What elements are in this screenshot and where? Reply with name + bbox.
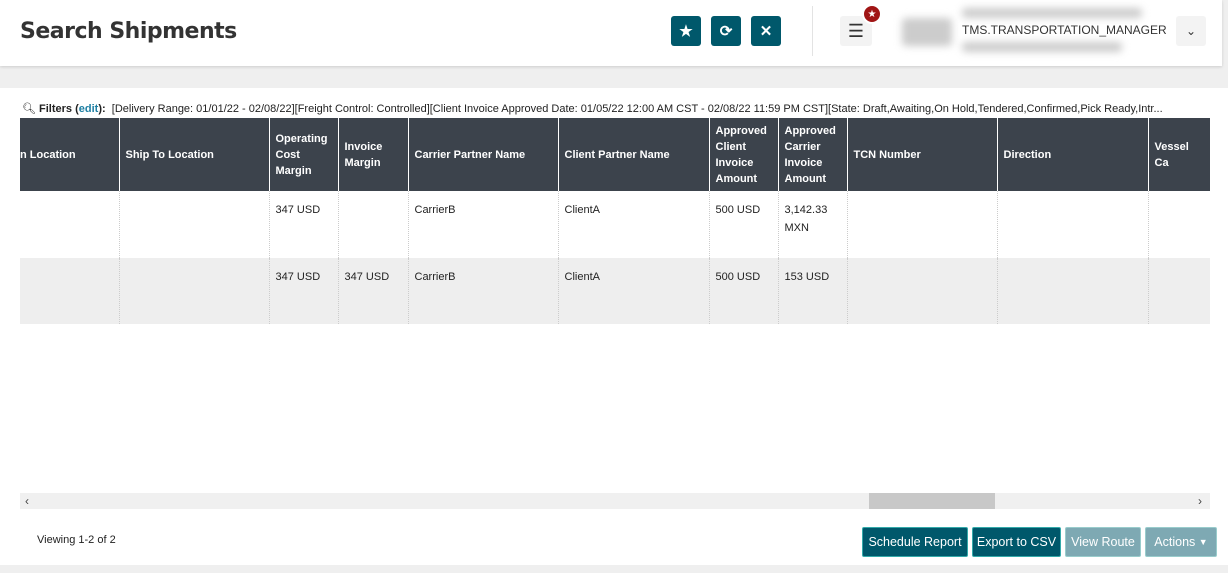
scroll-right-icon[interactable]: ›	[1198, 493, 1202, 509]
filters-label: Filters	[39, 103, 73, 115]
favorite-button[interactable]: ★	[671, 16, 701, 46]
export-csv-button[interactable]: Export to CSV	[972, 527, 1061, 557]
actions-button[interactable]: Actions ▼	[1145, 527, 1217, 557]
table-cell	[118, 258, 269, 324]
table-cell	[846, 191, 997, 258]
close-icon: ✕	[759, 23, 773, 40]
table-cell: 153 USD	[777, 258, 847, 324]
table-cell	[1147, 191, 1210, 258]
star-icon: ★	[679, 23, 693, 40]
column-header[interactable]: Operating Cost Margin	[268, 118, 338, 191]
schedule-report-button[interactable]: Schedule Report	[862, 527, 968, 557]
table-cell: 347 USD	[337, 258, 408, 324]
table-cell	[996, 191, 1148, 258]
column-header[interactable]: TCN Number	[846, 118, 997, 191]
refresh-icon: ⟳	[719, 23, 733, 40]
table-cell: CarrierB	[407, 258, 558, 324]
scrollbar-thumb[interactable]	[869, 493, 995, 509]
table-cell	[20, 258, 119, 324]
table-cell	[118, 191, 269, 258]
user-email	[962, 42, 1122, 52]
chevron-down-icon: ⌄	[1185, 24, 1197, 38]
search-icon: 🔍︎	[22, 103, 36, 115]
viewing-count: Viewing 1-2 of 2	[37, 534, 116, 546]
close-button[interactable]: ✕	[751, 16, 781, 46]
table-cell: 3,142.33 MXN	[777, 191, 847, 258]
hamburger-icon: ☰	[847, 20, 865, 41]
table-cell: CarrierB	[407, 191, 558, 258]
notification-badge-icon: ★	[862, 4, 882, 24]
divider	[812, 6, 813, 56]
column-header[interactable]: Carrier Partner Name	[407, 118, 558, 191]
table-row[interactable]: 347 USD 347 USD CarrierB ClientA 500 USD 153 …	[20, 258, 1210, 324]
refresh-button[interactable]: ⟳	[711, 16, 741, 46]
caret-down-icon: ▼	[1198, 537, 1208, 547]
avatar	[902, 18, 952, 46]
user-role: TMS.TRANSPORTATION_MANAGER	[962, 23, 1167, 37]
filters-text: [Delivery Range: 01/01/22 - 02/08/22][Fr…	[111, 103, 1163, 115]
user-name	[962, 8, 1142, 18]
table-cell: ClientA	[557, 191, 709, 258]
table-row[interactable]: 347 USD CarrierB ClientA 500 USD 3,142.33 MX…	[20, 191, 1210, 258]
table-cell: 500 USD	[708, 191, 778, 258]
column-header[interactable]: n Location	[20, 118, 119, 191]
table-cell: 500 USD	[708, 258, 778, 324]
page-title: Search Shipments	[20, 19, 237, 44]
column-header[interactable]: Invoice Margin	[337, 118, 408, 191]
horizontal-scrollbar[interactable]: ‹ ›	[20, 493, 1210, 509]
view-route-button[interactable]: View Route	[1065, 527, 1141, 557]
table-cell: ClientA	[557, 258, 709, 324]
results-table: n Location Ship To Location Operating Cost…	[20, 118, 1210, 493]
column-header[interactable]: Ship To Location	[118, 118, 269, 191]
table-cell	[1147, 258, 1210, 324]
scroll-left-icon[interactable]: ‹	[25, 493, 29, 509]
table-cell	[996, 258, 1148, 324]
column-header[interactable]: Client Partner Name	[557, 118, 709, 191]
actions-label: Actions	[1154, 535, 1196, 549]
table-cell	[846, 258, 997, 324]
user-dropdown-button[interactable]: ⌄	[1176, 16, 1206, 46]
column-header[interactable]: Approved Carrier Invoice Amount	[777, 118, 847, 191]
column-header[interactable]: Approved Client Invoice Amount	[708, 118, 778, 191]
page-header: Search Shipments ★ ⟳ ✕ ☰ ★ TMS.TRANSPORT…	[0, 0, 1222, 66]
results-panel: 🔍︎ Filters (edit): [Delivery Range: 01/0…	[0, 88, 1228, 565]
table-cell	[337, 191, 408, 258]
column-header[interactable]: Vessel Ca	[1147, 118, 1210, 191]
column-header[interactable]: Direction	[996, 118, 1148, 191]
filters-bar: 🔍︎ Filters (edit): [Delivery Range: 01/0…	[22, 103, 1163, 115]
table-cell	[20, 191, 119, 258]
edit-filters-link[interactable]: edit	[79, 103, 99, 115]
table-cell: 347 USD	[268, 258, 338, 324]
table-cell: 347 USD	[268, 191, 338, 258]
